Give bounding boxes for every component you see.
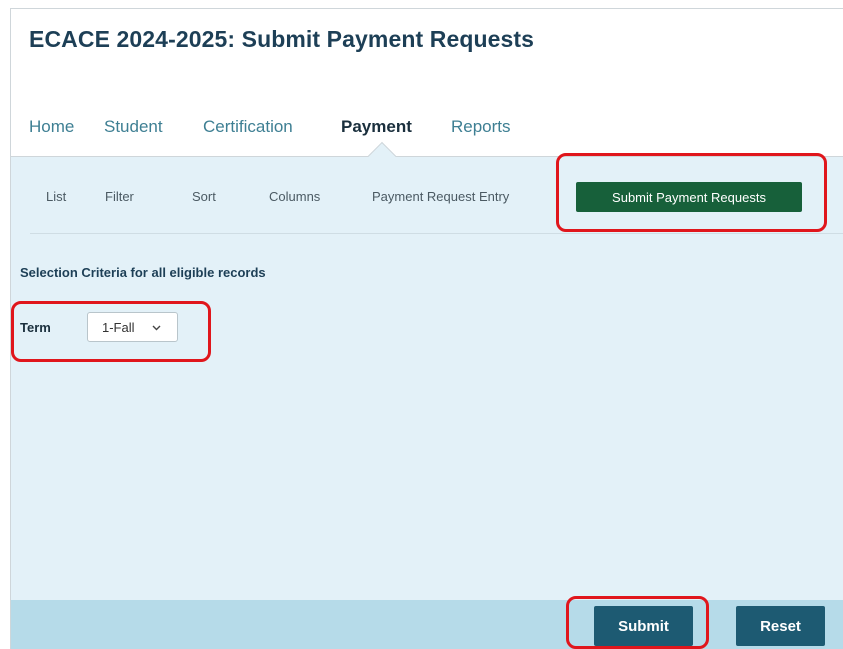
- subnav-item-columns[interactable]: Columns: [269, 189, 320, 204]
- submit-button[interactable]: Submit: [594, 606, 693, 646]
- submit-payment-requests-tab[interactable]: Submit Payment Requests: [576, 182, 802, 212]
- subnav-item-filter[interactable]: Filter: [105, 189, 134, 204]
- action-footer: [11, 600, 843, 649]
- content-panel: [11, 157, 843, 649]
- subnav-divider: [30, 233, 843, 234]
- selection-criteria-title: Selection Criteria for all eligible reco…: [20, 265, 266, 280]
- nav-item-payment[interactable]: Payment: [341, 117, 412, 137]
- nav-item-home[interactable]: Home: [29, 117, 74, 137]
- subnav-item-list[interactable]: List: [46, 189, 66, 204]
- nav-item-student[interactable]: Student: [104, 117, 163, 137]
- nav-item-reports[interactable]: Reports: [451, 117, 511, 137]
- term-label: Term: [20, 320, 51, 335]
- nav-item-certification[interactable]: Certification: [203, 117, 293, 137]
- page-title: ECACE 2024-2025: Submit Payment Requests: [29, 26, 535, 52]
- term-select[interactable]: 1-Fall: [87, 312, 178, 342]
- subnav-item-payment-request-entry[interactable]: Payment Request Entry: [372, 189, 509, 204]
- reset-button[interactable]: Reset: [736, 606, 825, 646]
- term-selected-value: 1-Fall: [102, 320, 135, 335]
- subnav-item-sort[interactable]: Sort: [192, 189, 216, 204]
- chevron-down-icon: [151, 321, 162, 336]
